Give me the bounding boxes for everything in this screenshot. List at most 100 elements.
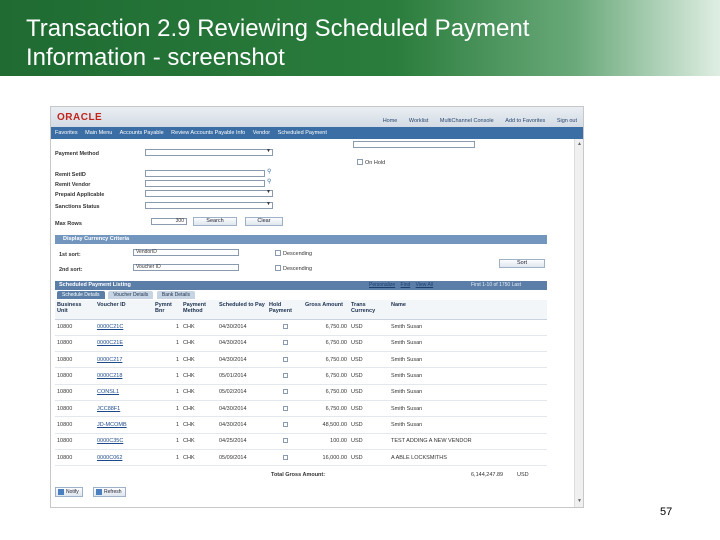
partial-top-field[interactable]: [353, 141, 475, 148]
hold-payment-checkbox[interactable]: [282, 389, 288, 395]
header-links: Home Worklist MultiChannel Console Add t…: [373, 118, 577, 124]
hold-payment-checkbox[interactable]: [282, 324, 288, 330]
lookup-icon[interactable]: ⚲: [267, 178, 271, 185]
cell-gross-amount: 6,750.00: [303, 335, 349, 353]
cell-pymnt-bnr: 1: [153, 449, 181, 467]
lookup-icon[interactable]: ⚲: [267, 168, 271, 175]
grid-pager[interactable]: First 1-10 of 1750 Last: [471, 281, 521, 290]
breadcrumb-scheduled-payment[interactable]: Scheduled Payment: [278, 130, 327, 136]
cell-payment-method: CHK: [181, 335, 217, 353]
cell-scheduled-to-pay: 04/30/2014: [217, 400, 267, 418]
home-link[interactable]: Home: [383, 118, 398, 124]
notify-button[interactable]: Notify: [55, 487, 83, 497]
second-sort-select[interactable]: Voucher ID: [133, 264, 239, 271]
hold-payment-checkbox[interactable]: [282, 340, 288, 346]
max-rows-field[interactable]: 300: [151, 218, 187, 225]
payment-method-label: Payment Method: [55, 151, 100, 157]
cell-trans-currency: USD: [349, 400, 389, 418]
personalize-link[interactable]: Personalize: [369, 282, 395, 288]
col-voucher-id[interactable]: Voucher ID: [95, 300, 153, 320]
col-hold-payment[interactable]: Hold Payment: [267, 300, 303, 320]
breadcrumb-review-ap-info[interactable]: Review Accounts Payable Info: [171, 130, 245, 136]
descending-checkbox-2[interactable]: [275, 265, 281, 271]
hold-payment-checkbox[interactable]: [282, 421, 288, 427]
cell-business-unit: 10800: [55, 400, 95, 418]
first-sort-select[interactable]: VendorID: [133, 249, 239, 256]
descending-label-1: Descending: [283, 251, 313, 257]
col-pymnt-bnr[interactable]: Pymnt Bnr: [153, 300, 181, 320]
cell-voucher-id[interactable]: 0000C21C: [95, 319, 153, 336]
oracle-logo: ORACLE: [57, 112, 103, 123]
view-all-link[interactable]: View All: [416, 282, 433, 288]
cell-payment-method: CHK: [181, 449, 217, 467]
search-button[interactable]: Search: [193, 217, 237, 226]
col-name[interactable]: Name: [389, 300, 547, 320]
cell-name: TEST ADDING A NEW VENDOR: [389, 433, 547, 450]
cell-pymnt-bnr: 1: [153, 416, 181, 434]
col-business-unit[interactable]: Business Unit: [55, 300, 95, 320]
remit-vendor-field[interactable]: [145, 180, 265, 187]
cell-trans-currency: USD: [349, 384, 389, 401]
col-scheduled-to-pay[interactable]: Scheduled to Pay: [217, 300, 267, 320]
hold-payment-checkbox[interactable]: [282, 356, 288, 362]
col-trans-currency[interactable]: Trans Currency: [349, 300, 389, 320]
prepaid-applicable-label: Prepaid Applicable: [55, 192, 105, 198]
table-row: 10800 0000C218 1 CHK 05/01/2014 6,750.00 USD Sm…: [55, 367, 547, 385]
breadcrumb-main-menu[interactable]: Main Menu: [85, 130, 112, 136]
cell-voucher-id[interactable]: JCC88F1: [95, 400, 153, 418]
hold-payment-checkbox[interactable]: [282, 454, 288, 460]
descending-checkbox-1[interactable]: [275, 250, 281, 256]
cell-voucher-id[interactable]: 0000C062: [95, 449, 153, 467]
display-criteria-bar[interactable]: Display Currency Criteria: [55, 235, 547, 244]
hold-payment-checkbox[interactable]: [282, 438, 288, 444]
sort-button[interactable]: Sort: [499, 259, 545, 268]
clear-button[interactable]: Clear: [245, 217, 283, 226]
cell-scheduled-to-pay: 04/30/2014: [217, 416, 267, 434]
grid-tabs: Schedule Details Voucher Details Bank De…: [57, 291, 197, 299]
scroll-down-icon[interactable]: ▼: [576, 498, 583, 505]
cell-voucher-id[interactable]: 0000C217: [95, 351, 153, 369]
cell-voucher-id[interactable]: CONSL1: [95, 384, 153, 401]
cell-payment-method: CHK: [181, 416, 217, 434]
cell-scheduled-to-pay: 05/02/2014: [217, 384, 267, 401]
cell-voucher-id[interactable]: 0000C21E: [95, 335, 153, 353]
cell-trans-currency: USD: [349, 335, 389, 353]
cell-scheduled-to-pay: 04/25/2014: [217, 433, 267, 450]
cell-voucher-id[interactable]: JD-MCOMB: [95, 416, 153, 434]
cell-business-unit: 10800: [55, 335, 95, 353]
second-sort-label: 2nd sort:: [59, 267, 83, 273]
hold-payment-checkbox[interactable]: [282, 373, 288, 379]
tab-schedule-details[interactable]: Schedule Details: [57, 291, 105, 299]
cell-name: A ABLE LOCKSMITHS: [389, 449, 547, 467]
add-to-favorites-link[interactable]: Add to Favorites: [505, 118, 545, 124]
cell-voucher-id[interactable]: 0000C35C: [95, 433, 153, 450]
sanctions-status-label: Sanctions Status: [55, 204, 100, 210]
on-hold-checkbox[interactable]: [357, 159, 363, 165]
hold-payment-checkbox[interactable]: [282, 405, 288, 411]
cell-voucher-id[interactable]: 0000C218: [95, 367, 153, 385]
tab-voucher-details[interactable]: Voucher Details: [108, 291, 154, 299]
scroll-up-icon[interactable]: ▲: [576, 141, 583, 148]
cell-business-unit: 10800: [55, 351, 95, 369]
multichannel-console-link[interactable]: MultiChannel Console: [440, 118, 494, 124]
breadcrumb-accounts-payable[interactable]: Accounts Payable: [120, 130, 164, 136]
breadcrumb-vendor[interactable]: Vendor: [253, 130, 270, 136]
notify-label: Notify: [66, 489, 79, 495]
sanctions-status-select[interactable]: ▼: [145, 202, 273, 209]
find-link[interactable]: Find: [401, 282, 411, 288]
worklist-link[interactable]: Worklist: [409, 118, 428, 124]
breadcrumb-favorites[interactable]: Favorites: [55, 130, 78, 136]
refresh-button[interactable]: Refresh: [93, 487, 126, 497]
cell-name: Smith Susan: [389, 400, 547, 418]
tab-bank-details[interactable]: Bank Details: [156, 291, 195, 299]
col-payment-method[interactable]: Payment Method: [181, 300, 217, 320]
payment-method-select[interactable]: ▼: [145, 149, 273, 156]
cell-business-unit: 10800: [55, 433, 95, 450]
remit-setid-field[interactable]: [145, 170, 265, 177]
sign-out-link[interactable]: Sign out: [557, 118, 577, 124]
cell-payment-method: CHK: [181, 433, 217, 450]
max-rows-label: Max Rows: [55, 221, 82, 227]
prepaid-applicable-select[interactable]: ▼: [145, 190, 273, 197]
col-gross-amount[interactable]: Gross Amount: [303, 300, 349, 320]
vertical-scrollbar[interactable]: ▲ ▼: [574, 139, 583, 507]
